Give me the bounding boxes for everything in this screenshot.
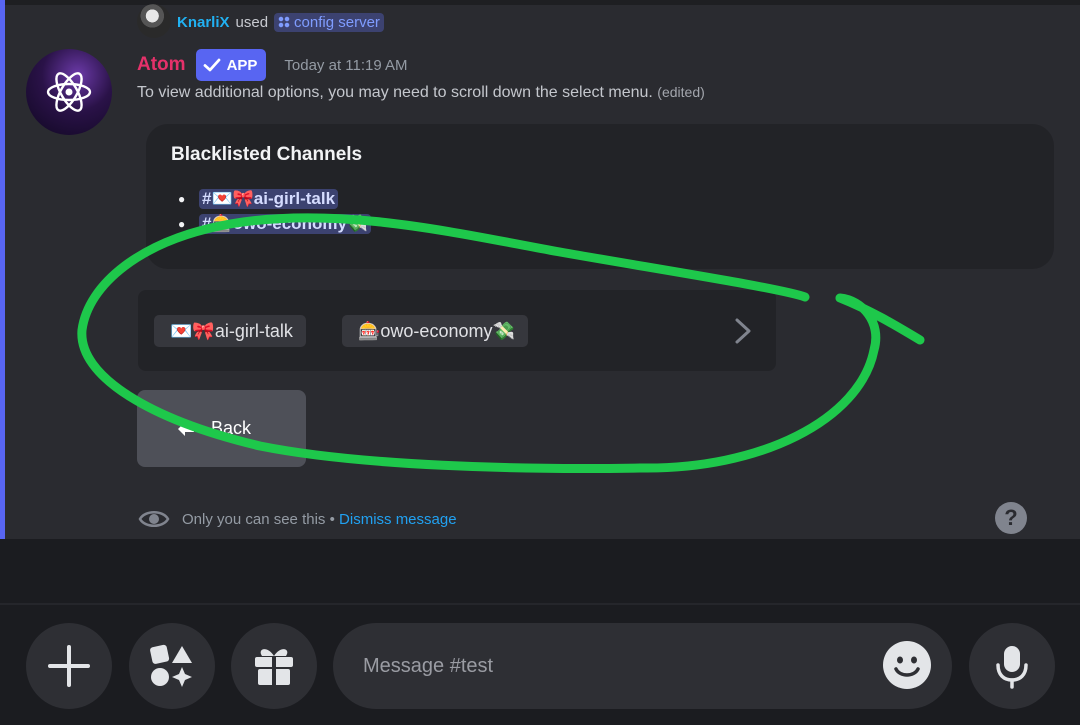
reply-context[interactable]: KnarliX used config server [137,4,384,38]
app-badge: APP [195,49,267,81]
top-divider [0,0,1080,5]
avatar[interactable] [26,49,112,135]
microphone-icon [996,646,1028,689]
emoji-icon [894,656,920,677]
eye-icon [138,511,170,527]
reply-avatar[interactable] [137,4,171,38]
bullet: ● [178,216,186,231]
embed: Blacklisted Channels ● #💌🎀ai-girl-talk ●… [146,124,1054,269]
timestamp[interactable]: Today at 11:19 AM [284,57,407,74]
edited-label: (edited) [657,84,705,100]
message-input[interactable] [361,653,865,679]
command-icon [278,16,291,28]
emoji-button[interactable] [883,641,931,689]
message-area: KnarliX used config server Atom APP Toda… [0,0,1080,539]
message-text: To view additional options, you may need… [137,84,653,101]
apps-button[interactable] [129,623,215,709]
author-name[interactable]: Atom [137,54,186,76]
plus-icon [48,645,90,687]
composer-divider [0,603,1080,605]
message-input-container[interactable] [333,623,952,709]
command-name: config server [294,13,380,31]
check-icon [203,58,220,72]
highlight-bar [0,0,5,539]
reply-username[interactable]: KnarliX [177,14,230,31]
footer-separator: • [329,510,335,528]
message-header: Atom APP Today at 11:19 AM [137,48,408,82]
atom-icon [46,72,92,112]
embed-title: Blacklisted Channels [171,144,363,165]
channel-select-menu[interactable]: 💌🎀ai-girl-talk 🎰owo-economy💸 [138,290,776,371]
gift-icon [255,649,293,685]
ephemeral-notice: Only you can see this [182,510,326,528]
back-button-label: Back [211,418,252,438]
bullet: ● [178,191,186,206]
command-mention[interactable]: config server [274,12,384,32]
select-option-chip[interactable]: 💌🎀ai-girl-talk [154,315,306,347]
list-item: ● #🎰owo-economy💸 [178,211,372,236]
list-item: ● #💌🎀ai-girl-talk [178,186,371,211]
message-content: To view additional options, you may need… [137,84,705,102]
voice-message-button[interactable] [969,623,1055,709]
ephemeral-footer: Only you can see this • Dismiss message [138,504,457,534]
embed-channel-list: ● #💌🎀ai-girl-talk ● #🎰owo-economy💸 [178,186,372,236]
back-button[interactable]: Back [137,390,306,467]
gift-button[interactable] [231,623,317,709]
apps-icon [150,644,192,687]
chevron-right-icon[interactable] [731,317,755,345]
help-icon[interactable]: ? [995,502,1027,534]
add-attachment-button[interactable] [26,623,112,709]
channel-mention[interactable]: #💌🎀ai-girl-talk [199,188,339,209]
channel-mention[interactable]: #🎰owo-economy💸 [199,213,372,234]
dismiss-message-link[interactable]: Dismiss message [339,511,457,528]
back-arrow-icon [178,421,194,436]
reply-used-label: used [235,13,269,31]
select-option-chip[interactable]: 🎰owo-economy💸 [342,315,528,347]
badge-label: APP [226,56,258,74]
